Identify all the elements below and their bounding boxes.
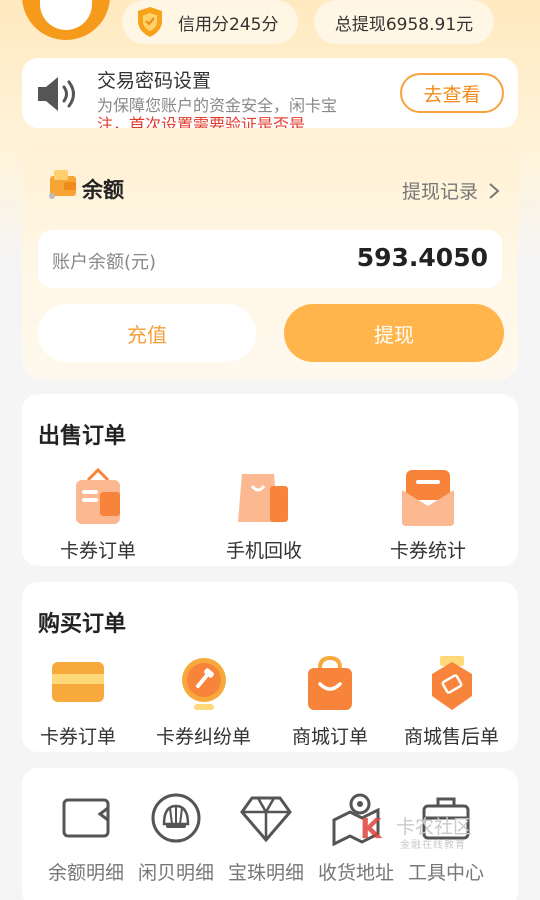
speaker-icon	[38, 77, 75, 111]
phone-recycle-label: 手机回收	[226, 540, 303, 562]
total-withdraw-text: 总提现6958.91元	[334, 14, 474, 35]
total-withdraw-pill[interactable]: 总提现6958.91元	[314, 0, 494, 44]
phone-recycle-item[interactable]: 手机回收	[226, 468, 302, 563]
mall-after-sale-label: 商城售后单	[404, 726, 500, 748]
sell-orders-title: 出售订单	[38, 424, 127, 449]
buy-orders-section: 购买订单 卡券订单 卡券纠纷单 商城订单 商城售后单	[22, 582, 518, 752]
sell-coupon-orders-label: 卡券订单	[60, 540, 137, 562]
chevron-right-icon	[489, 182, 500, 199]
balance-card: 余额 提现记录 账户余额(元) 593.4050 充值 提现	[22, 142, 518, 380]
shopping-bag-icon	[238, 474, 288, 522]
watermark-logo: K 卡农社区 金融在线教育	[360, 812, 486, 852]
balance-detail-item[interactable]: 余额明细	[48, 790, 124, 885]
shell-detail-label: 闲贝明细	[138, 862, 215, 884]
buy-orders-title: 购买订单	[38, 612, 127, 637]
jewel-detail-item[interactable]: 宝珠明细	[228, 790, 304, 885]
coupon-dispute-label: 卡券纠纷单	[156, 726, 252, 748]
card-icon	[52, 662, 104, 702]
credit-score-pill[interactable]: 信用分245分	[122, 0, 298, 44]
avatar[interactable]	[22, 0, 110, 40]
watermark-k-icon: K	[360, 812, 382, 845]
shield-icon	[138, 7, 162, 37]
jewel-detail-label: 宝珠明细	[228, 862, 305, 884]
after-sale-icon	[431, 656, 472, 710]
diamond-icon	[240, 796, 292, 843]
coupon-stats-item[interactable]: 卡券统计	[390, 468, 466, 563]
credit-score-text: 信用分245分	[178, 14, 279, 35]
shell-detail-item[interactable]: 闲贝明细	[138, 790, 214, 885]
wallet-icon	[62, 798, 110, 838]
coupon-stats-label: 卡券统计	[390, 540, 467, 562]
shipping-address-label: 收货地址	[318, 862, 395, 884]
withdraw-button[interactable]: 提现	[284, 304, 504, 362]
mall-orders-label: 商城订单	[292, 726, 369, 748]
gavel-icon	[181, 658, 226, 710]
notice-title: 交易密码设置	[97, 70, 212, 92]
account-balance-box: 账户余额(元) 593.4050	[38, 230, 502, 288]
password-notice-card[interactable]: 交易密码设置 为保障您账户的资金安全，闲卡宝 注，首次设置需要验证是否是 去查看	[22, 58, 518, 128]
withdraw-record-link[interactable]: 提现记录	[402, 177, 500, 204]
view-notice-button[interactable]: 去查看	[400, 73, 504, 113]
coupon-dispute-item[interactable]: 卡券纠纷单	[156, 654, 251, 749]
envelope-icon	[402, 470, 454, 526]
mall-after-sale-item[interactable]: 商城售后单	[404, 654, 499, 749]
coupon-bag-icon	[76, 468, 120, 524]
notice-text: 为保障您账户的资金安全，闲卡宝	[97, 96, 338, 115]
account-balance-value: 593.4050	[356, 243, 488, 272]
watermark-subtext: 金融在线教育	[400, 840, 466, 851]
mall-bag-icon	[308, 655, 352, 710]
wallet-gift-icon	[49, 170, 76, 199]
withdraw-record-label: 提现记录	[401, 181, 478, 203]
account-balance-label: 账户余额(元)	[52, 252, 157, 273]
header: 信用分245分 总提现6958.91元	[0, 0, 540, 46]
watermark-text: 卡农社区	[396, 816, 473, 838]
balance-detail-label: 余额明细	[48, 862, 125, 884]
sell-orders-section: 出售订单 卡券订单 手机回收 卡券统计	[22, 394, 518, 566]
balance-title: 余额	[82, 178, 124, 202]
buy-coupon-orders-label: 卡券订单	[40, 726, 117, 748]
sell-coupon-orders-item[interactable]: 卡券订单	[60, 468, 136, 563]
buy-coupon-orders-item[interactable]: 卡券订单	[40, 654, 116, 749]
recharge-button[interactable]: 充值	[38, 304, 256, 362]
shell-icon	[151, 793, 201, 843]
mall-orders-item[interactable]: 商城订单	[292, 654, 368, 749]
tool-center-label: 工具中心	[408, 862, 485, 884]
notice-warning-text: 注，首次设置需要验证是否是	[97, 115, 306, 128]
